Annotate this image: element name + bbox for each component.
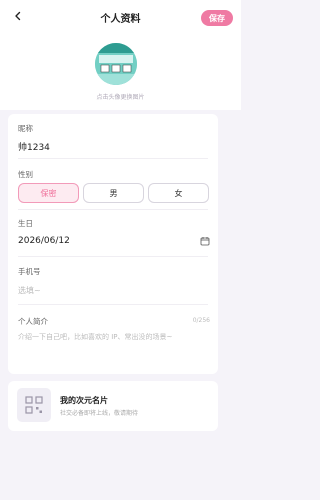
save-button[interactable]: 保存	[201, 10, 233, 26]
birthday-input[interactable]: 2026/06/12	[18, 236, 70, 246]
avatar-hint: 点击头像更换图片	[96, 94, 145, 101]
gender-label: 性别	[18, 170, 33, 179]
bio-label: 个人简介	[18, 317, 48, 326]
nickname-label: 昵称	[18, 124, 33, 133]
birthday-label: 生日	[18, 219, 33, 228]
avatar-section: 点击头像更换图片	[0, 34, 241, 110]
calendar-icon[interactable]	[200, 236, 210, 246]
qr-code-icon	[25, 396, 43, 414]
bio-input[interactable]: 介绍一下自己吧，比如喜欢的 IP、常出没的场景~	[18, 332, 208, 342]
nickname-input[interactable]: 帅1234	[18, 140, 50, 153]
avatar-image	[95, 43, 137, 85]
top-bar: 个人资料 保存	[0, 0, 241, 34]
gender-option-male[interactable]: 男	[83, 183, 144, 203]
anime-card-entry[interactable]: 我的次元名片 社交必备即将上线，敬请期待	[8, 381, 218, 431]
gender-option-female[interactable]: 女	[148, 183, 209, 203]
gender-option-secret[interactable]: 保密	[18, 183, 79, 203]
bio-counter: 0/256	[192, 317, 210, 324]
phone-input[interactable]: 选填~	[18, 285, 41, 296]
divider	[18, 158, 208, 159]
divider	[18, 304, 208, 305]
qr-code-box	[17, 388, 51, 422]
divider	[18, 256, 208, 257]
card-title: 我的次元名片	[60, 396, 108, 405]
divider	[18, 209, 208, 210]
avatar[interactable]	[95, 43, 137, 85]
phone-label: 手机号	[18, 267, 41, 276]
card-subtitle: 社交必备即将上线，敬请期待	[60, 410, 139, 417]
profile-form-card: 昵称 帅1234 性别 保密 男 女 生日 2026/06/12 手机号 选填~…	[8, 114, 218, 374]
